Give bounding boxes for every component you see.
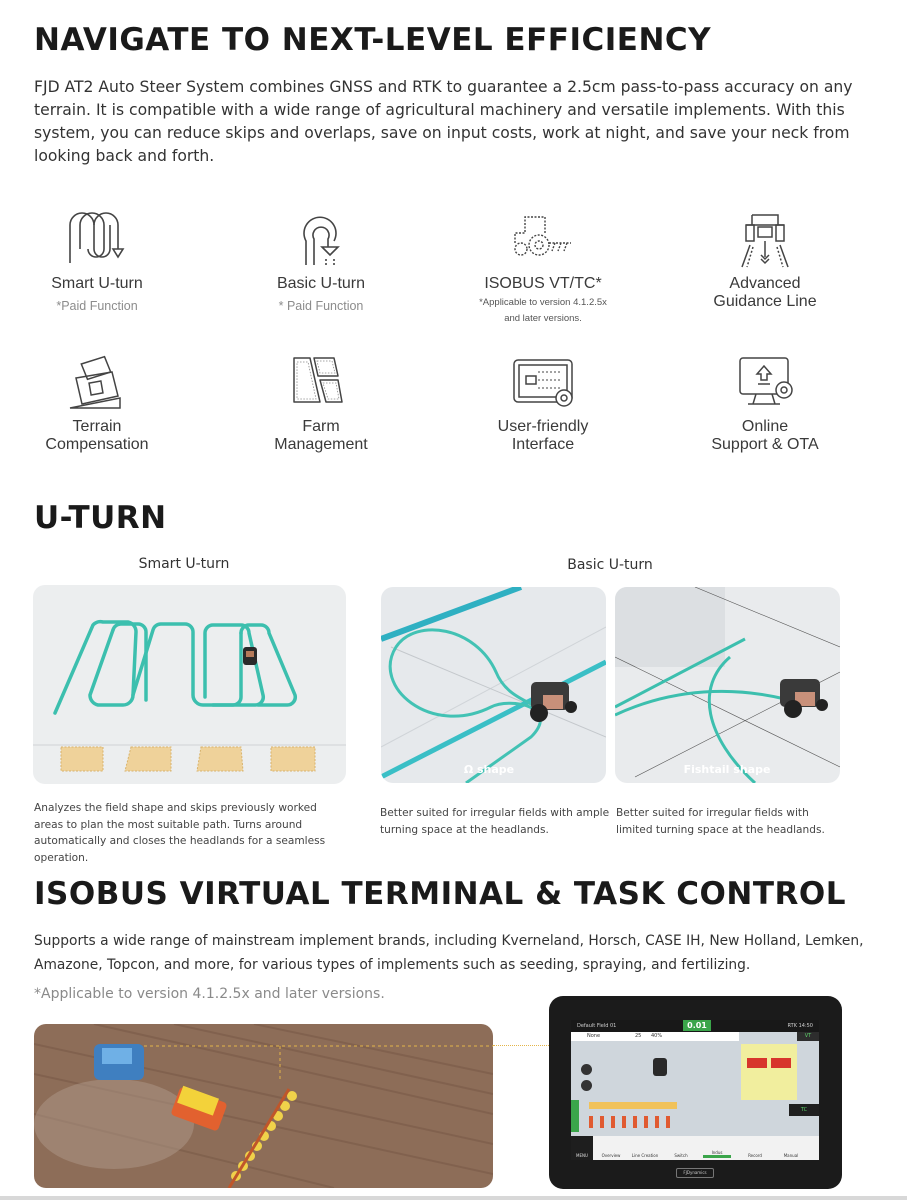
section-title-u-turn: U-TURN [34, 500, 167, 536]
guidance-line-icon [741, 214, 789, 268]
feature-label: Support & OTA [711, 436, 819, 453]
vt-implement-panel [741, 1044, 797, 1100]
brand-logo: FJDynamics [676, 1168, 714, 1178]
feature-label: Farm [302, 418, 340, 435]
feature-user-friendly-interface: User-friendly Interface [458, 352, 628, 454]
record-button[interactable]: Record [741, 1153, 769, 1158]
omega-shape-image: Ω shape [381, 587, 606, 783]
section-title-isobus: ISOBUS VIRTUAL TERMINAL & TASK CONTROL [34, 876, 846, 912]
tc-badge[interactable]: TC [789, 1104, 819, 1116]
tractor-icon [653, 1058, 667, 1076]
row-status-strip [589, 1102, 677, 1109]
tablet-screen: Default Field 01 RTK 14:50 0.01 None 25 … [571, 1020, 819, 1160]
feature-label: Advanced [729, 275, 801, 292]
feature-label: Management [274, 436, 368, 453]
monitor-update-icon [739, 357, 793, 405]
feature-terrain-compensation: Terrain Compensation [12, 352, 182, 454]
terrain-compensation-icon [69, 355, 121, 409]
switch-button[interactable]: Switch [667, 1153, 695, 1158]
feature-note: and later versions. [504, 313, 582, 324]
line-creation-button[interactable]: Line Creation [631, 1153, 659, 1158]
fishtail-shape-image: Fishtail shape [615, 587, 840, 783]
section-control-bar [571, 1100, 579, 1132]
feature-label: Terrain [72, 418, 122, 435]
overview-button[interactable]: Overview [597, 1153, 625, 1158]
basic-u-turn-label: Basic U-turn [567, 557, 653, 573]
feature-label: Smart U-turn [51, 275, 143, 292]
smart-u-turn-label: Smart U-turn [138, 556, 230, 572]
connector-line [493, 1045, 549, 1046]
field-name: Default Field 01 [577, 1023, 617, 1029]
display-tablet: Default Field 01 RTK 14:50 0.01 None 25 … [549, 996, 842, 1189]
speed-readout: 0.01 [683, 1020, 711, 1031]
feature-note: * Paid Function [278, 299, 364, 313]
fishtail-description: Better suited for irregular fields with … [616, 807, 825, 836]
camera-button[interactable] [581, 1064, 592, 1075]
feature-note: *Applicable to version 4.1.2.5x [479, 297, 607, 308]
feature-label: Compensation [45, 436, 149, 453]
row-bars [589, 1116, 677, 1128]
feature-label: User-friendly [497, 418, 589, 435]
basic-u-turn-icon [303, 216, 340, 265]
smart-u-turn-description: Analyzes the field shape and skips previ… [34, 802, 326, 864]
feature-note: *Paid Function [56, 299, 138, 313]
tractor-implement-icon [514, 216, 571, 256]
omega-caption: Ω shape [464, 763, 514, 776]
feature-label: Online [741, 418, 789, 435]
farm-fields-icon [293, 357, 343, 403]
indus-button[interactable]: Indus [703, 1150, 731, 1158]
feature-isobus: ISOBUS VT/TC* *Applicable to version 4.1… [458, 205, 628, 325]
section-title-efficiency: NAVIGATE TO NEXT-LEVEL EFFICIENCY [34, 22, 712, 58]
feature-label: Interface [511, 436, 575, 453]
feature-label: ISOBUS VT/TC* [484, 275, 602, 292]
feature-guidance-line: Advanced Guidance Line [680, 205, 850, 311]
feature-label: Guidance Line [713, 293, 817, 310]
feature-basic-u-turn: Basic U-turn * Paid Function [236, 205, 406, 313]
implement-name: None [587, 1033, 601, 1039]
smart-u-turn-image [33, 585, 346, 784]
isobus-version-note: *Applicable to version 4.1.2.5x and late… [34, 986, 385, 1002]
implement-percent: 40% [651, 1033, 663, 1039]
feature-farm-management: Farm Management [236, 352, 406, 454]
seeding-tractor-image [34, 1024, 493, 1188]
intro-paragraph: FJD AT2 Auto Steer System combines GNSS … [34, 78, 853, 165]
manual-button[interactable]: Manual [777, 1153, 805, 1158]
tractor-icon [94, 1044, 144, 1080]
tablet-info-bar: None 25 40% [571, 1032, 739, 1041]
tablet-menu-bar: MENU Overview Line Creation Switch Indus… [571, 1136, 819, 1160]
fishtail-caption: Fishtail shape [684, 763, 771, 776]
bottom-divider [0, 1196, 907, 1200]
isobus-description: Supports a wide range of mainstream impl… [34, 933, 864, 973]
feature-smart-u-turn: Smart U-turn *Paid Function [12, 205, 182, 313]
rtk-status: RTK 14:50 [787, 1023, 813, 1029]
menu-button[interactable]: MENU [571, 1153, 596, 1158]
feature-online-support: Online Support & OTA [680, 352, 850, 454]
smart-u-turn-icon [69, 212, 125, 263]
interface-settings-icon [513, 359, 573, 407]
feature-label: Basic U-turn [276, 275, 366, 292]
navigation-button[interactable] [581, 1080, 592, 1091]
implement-width: 25 [635, 1033, 642, 1039]
vt-badge[interactable]: VT [797, 1032, 819, 1041]
omega-description: Better suited for irregular fields with … [380, 807, 610, 836]
